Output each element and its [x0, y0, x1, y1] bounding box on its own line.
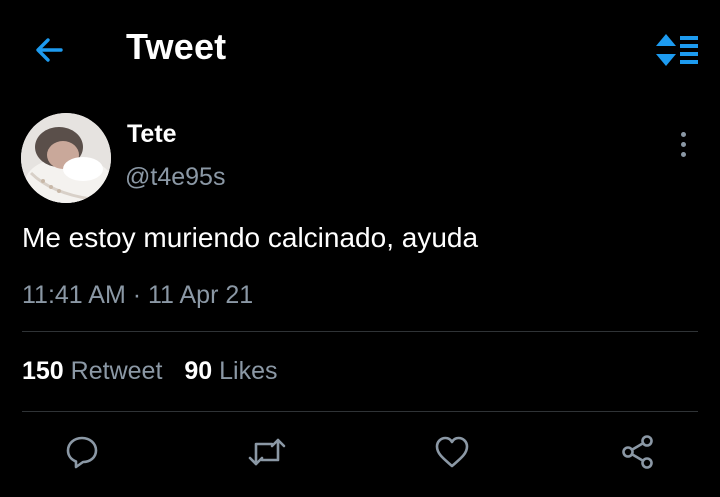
retweet-label: Retweet	[70, 357, 163, 385]
author-name[interactable]: Tete	[127, 120, 177, 149]
reply-icon	[66, 436, 98, 469]
more-vertical-icon	[680, 131, 686, 137]
retweet-stat[interactable]: 150 Retweet	[22, 357, 162, 385]
avatar-photo	[21, 113, 111, 203]
tweet-text: Me estoy muriendo calcinado, ayuda	[22, 222, 479, 253]
top-app-bar: Tweet	[0, 0, 720, 98]
page-title: Tweet	[126, 26, 227, 67]
author-avatar[interactable]	[21, 113, 111, 203]
divider	[22, 331, 698, 332]
likes-stat[interactable]: 90 Likes	[184, 357, 277, 385]
likes-count: 90	[184, 357, 213, 385]
reply-button[interactable]	[62, 432, 102, 472]
sort-list-icon	[656, 34, 698, 66]
author-handle[interactable]: @t4e95s	[125, 163, 225, 192]
like-icon	[435, 436, 469, 468]
sort-button[interactable]	[652, 32, 700, 68]
like-button[interactable]	[432, 432, 472, 472]
likes-label: Likes	[219, 357, 278, 385]
back-button[interactable]	[32, 33, 66, 67]
retweet-button[interactable]	[247, 432, 287, 472]
retweet-count: 150	[22, 357, 64, 385]
retweet-icon	[248, 438, 286, 466]
share-icon	[622, 435, 653, 469]
share-button[interactable]	[618, 432, 658, 472]
tweet-stats: 150 Retweet 90 Likes	[22, 357, 278, 386]
more-options-button[interactable]	[672, 128, 694, 160]
divider	[22, 411, 698, 412]
arrow-left-icon	[36, 38, 63, 62]
tweet-timestamp: 11:41 AM · 11 Apr 21	[22, 281, 254, 309]
